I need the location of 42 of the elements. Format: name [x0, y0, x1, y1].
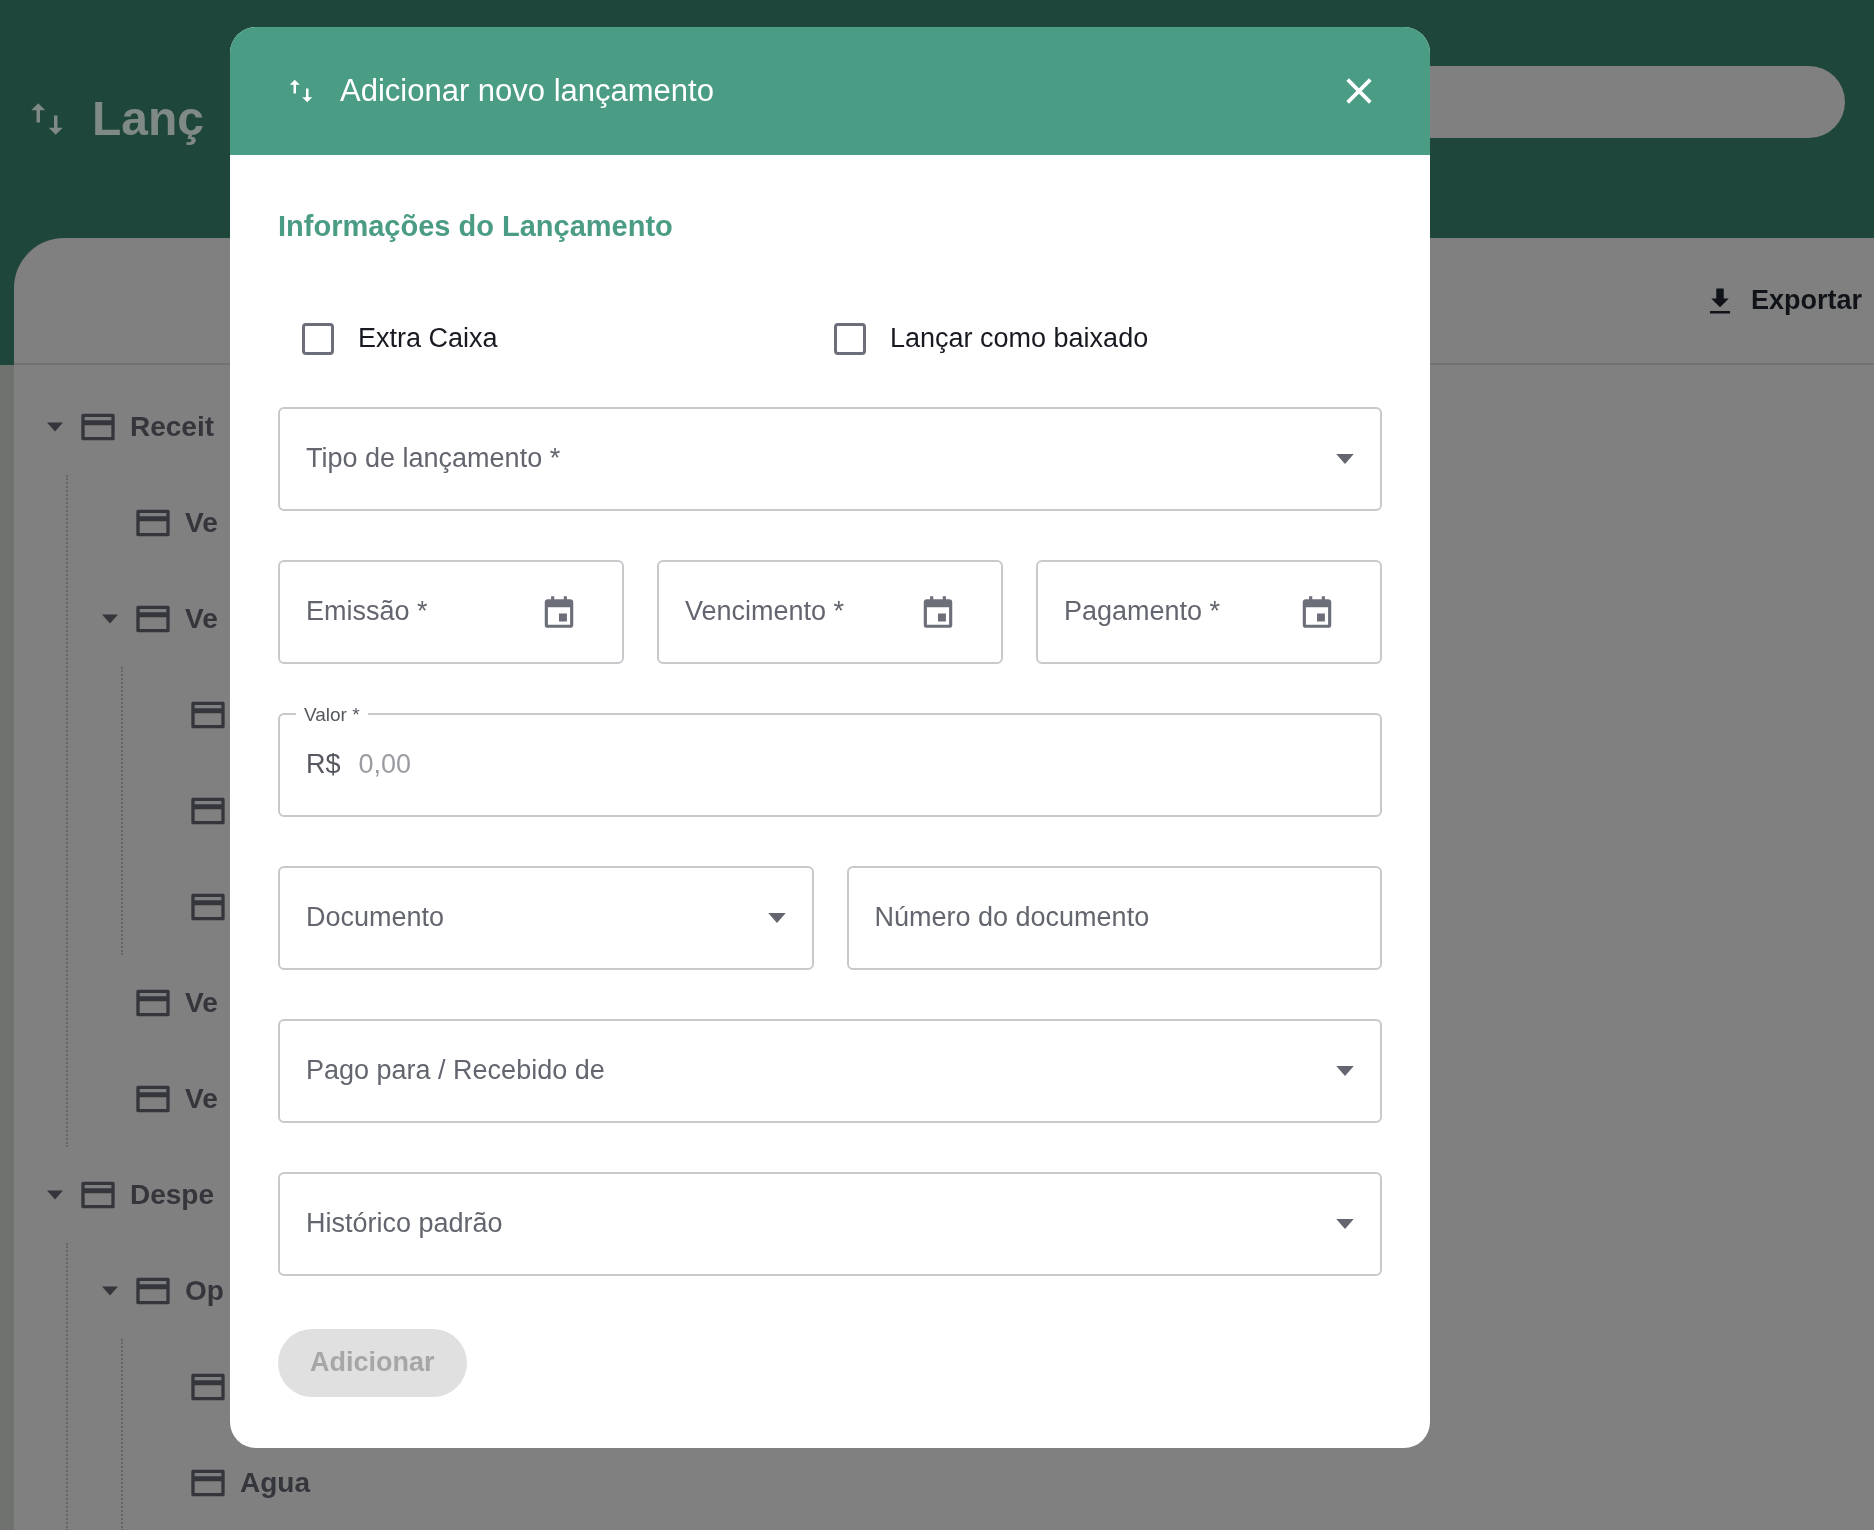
tree-item-label[interactable]: Op — [185, 1270, 224, 1312]
date-field[interactable]: Vencimento * — [657, 559, 1003, 664]
caret-icon — [767, 912, 786, 923]
amount-input[interactable]: 0,00 — [356, 743, 1354, 786]
tree-item-label[interactable]: Ve — [185, 982, 218, 1024]
select-field[interactable]: Pago para / Recebido de — [278, 1018, 1382, 1123]
tree-item-label[interactable]: Receit — [130, 406, 215, 448]
field-label: Tipo de lançamento * — [306, 442, 562, 476]
caret-icon[interactable] — [47, 1190, 63, 1200]
dialog-title: Adicionar novo lançamento — [340, 71, 715, 110]
select-field[interactable]: Tipo de lançamento * — [278, 406, 1382, 511]
checkbox-label: Extra Caixa — [358, 322, 498, 356]
caret-icon — [1336, 1218, 1354, 1229]
currency-prefix: R$ — [306, 748, 341, 782]
checkbox[interactable] — [302, 322, 334, 355]
date-field[interactable]: Pagamento * — [1036, 559, 1382, 664]
tree-item-label[interactable]: Agua — [240, 1462, 310, 1504]
page-title: Lanç — [92, 91, 205, 147]
field-label: Número do documento — [874, 901, 1151, 935]
select-field[interactable]: Histórico padrão — [278, 1171, 1382, 1276]
tree-item-label[interactable]: Ve — [185, 598, 218, 640]
field-label: Pago para / Recebido de — [306, 1054, 606, 1088]
checkbox[interactable] — [834, 322, 866, 355]
field-label: Documento — [306, 901, 446, 935]
tree-item-label[interactable]: Ve — [185, 502, 218, 544]
caret-icon — [1336, 1065, 1354, 1076]
caret-icon[interactable] — [47, 422, 63, 432]
field-label: Pagamento * — [1064, 595, 1222, 629]
field-label: Emissão * — [306, 595, 429, 629]
checkbox-label: Lançar como baixado — [890, 322, 1149, 356]
tree-item-label[interactable]: Despe — [130, 1174, 215, 1216]
caret-icon — [1336, 453, 1354, 464]
caret-icon[interactable] — [102, 614, 118, 624]
date-field[interactable]: Emissão * — [278, 559, 624, 664]
export-button[interactable]: Exportar — [1704, 280, 1862, 321]
select-field[interactable]: Documento — [278, 865, 814, 970]
field-label: Vencimento * — [685, 595, 846, 629]
tree-item-label[interactable]: Ve — [185, 1078, 218, 1120]
caret-icon[interactable] — [102, 1286, 118, 1296]
field-label: Histórico padrão — [306, 1207, 504, 1241]
section-title: Informações do Lançamento — [278, 209, 674, 244]
input-field[interactable]: Número do documento — [846, 865, 1382, 970]
